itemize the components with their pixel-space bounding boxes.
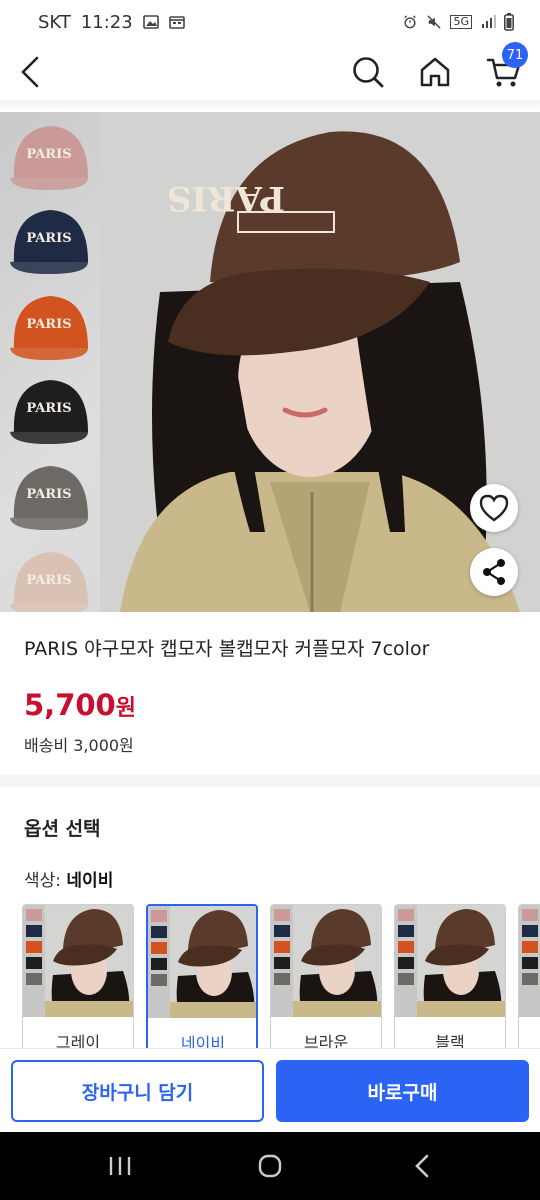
variant-thumbnail: PARIS [8, 460, 90, 538]
search-icon [353, 57, 384, 88]
product-price: 5,700원 [24, 688, 136, 722]
share-button[interactable] [470, 548, 518, 596]
thumbnail-cap-text: PARIS [26, 401, 71, 416]
shipping-fee: 배송비 3,000원 [24, 736, 134, 755]
home-circle-icon [258, 1154, 282, 1178]
cap-icon: PARIS [10, 552, 88, 612]
share-icon [483, 559, 505, 585]
product-title: PARIS 야구모자 캡모자 볼캡모자 커플모자 7color [24, 638, 430, 660]
home-button[interactable] [411, 48, 459, 96]
carrier-label: SKT [38, 11, 71, 33]
search-button[interactable] [344, 48, 392, 96]
color-option-image [271, 905, 381, 1017]
clock: 11:23 [80, 11, 133, 33]
color-option-label: 그레이 [55, 1033, 101, 1049]
cart-count-badge: 71 [502, 42, 528, 68]
top-navigation: 71 [0, 42, 540, 100]
color-option-list: 그레이 네이비 브라운 블랙 [22, 904, 540, 1049]
variant-thumbnail: PARIS [8, 374, 90, 452]
thumbnail-cap-text: PARIS [26, 573, 71, 588]
cap-icon: PARIS [10, 126, 88, 190]
signal-icon [482, 15, 496, 28]
thumbnail-cap-text: PARIS [26, 487, 71, 502]
variant-thumbnail: PARIS [8, 290, 90, 368]
system-home-button[interactable] [250, 1150, 290, 1182]
cart-button[interactable]: 71 [480, 42, 528, 96]
heart-icon [479, 494, 509, 522]
thumbnail-cap-text: PARIS [26, 147, 71, 162]
color-option-card[interactable]: 블랙 [394, 904, 506, 1049]
battery-icon [504, 13, 514, 31]
color-option-image [148, 906, 256, 1018]
color-variant-thumbnails: PARIS PARIS PARIS PARIS PARIS PARIS [0, 112, 100, 612]
cap-icon: PARIS [10, 380, 88, 444]
color-option-image [23, 905, 133, 1017]
variant-thumbnail: PARIS [8, 546, 90, 612]
color-option-label: 브라운 [303, 1033, 349, 1049]
system-back-button[interactable] [402, 1150, 442, 1182]
thumbnail-cap-text: PARIS [26, 317, 71, 332]
cap-icon: PARIS [10, 296, 88, 360]
add-to-cart-button[interactable]: 장바구니 담기 [11, 1060, 264, 1122]
status-bar: SKT 11:23 5G [0, 0, 540, 44]
chevron-left-icon [21, 56, 39, 88]
color-option-image [395, 905, 505, 1017]
selected-color-value: 네이비 [66, 871, 114, 891]
color-option-label: 네이비 [180, 1034, 226, 1049]
color-option-image [519, 905, 540, 1017]
network-label: 5G [450, 15, 472, 29]
home-icon [420, 57, 450, 87]
calendar-icon [168, 16, 185, 29]
like-button[interactable] [470, 484, 518, 532]
variant-thumbnail: PARIS [8, 120, 90, 198]
option-section-title: 옵션 선택 [24, 818, 101, 840]
back-icon [415, 1154, 429, 1178]
color-option-card[interactable]: 브라운 [270, 904, 382, 1049]
price-value: 5,700 [24, 688, 116, 722]
thumbnail-cap-text: PARIS [26, 231, 71, 246]
price-unit: 원 [115, 696, 136, 721]
gallery-icon [142, 15, 159, 29]
cap-icon: PARIS [10, 210, 88, 274]
color-option-card[interactable]: 네이비 [146, 904, 258, 1049]
header-divider [0, 100, 540, 112]
selected-color-line: 색상: 네이비 [24, 866, 113, 891]
mute-icon [427, 15, 442, 29]
buy-now-button[interactable]: 바로구매 [276, 1060, 529, 1122]
alarm-icon [404, 15, 417, 29]
recents-icon [109, 1157, 131, 1175]
color-label: 색상: [24, 871, 62, 891]
system-navigation-bar [0, 1132, 540, 1200]
model-wearing-cap-image: PARIS [100, 112, 540, 612]
section-divider [0, 775, 540, 787]
product-image[interactable]: PARIS PARIS PARIS PARIS PARIS PARIS PARIS [0, 112, 540, 612]
back-button[interactable] [8, 48, 56, 96]
recents-button[interactable] [100, 1150, 140, 1182]
cap-icon: PARIS [10, 466, 88, 530]
color-option-label: 블랙 [435, 1033, 465, 1049]
color-option-card[interactable] [518, 904, 540, 1049]
purchase-action-bar: 장바구니 담기 바로구매 [0, 1048, 540, 1132]
variant-thumbnail: PARIS [8, 204, 90, 282]
color-option-card[interactable]: 그레이 [22, 904, 134, 1049]
